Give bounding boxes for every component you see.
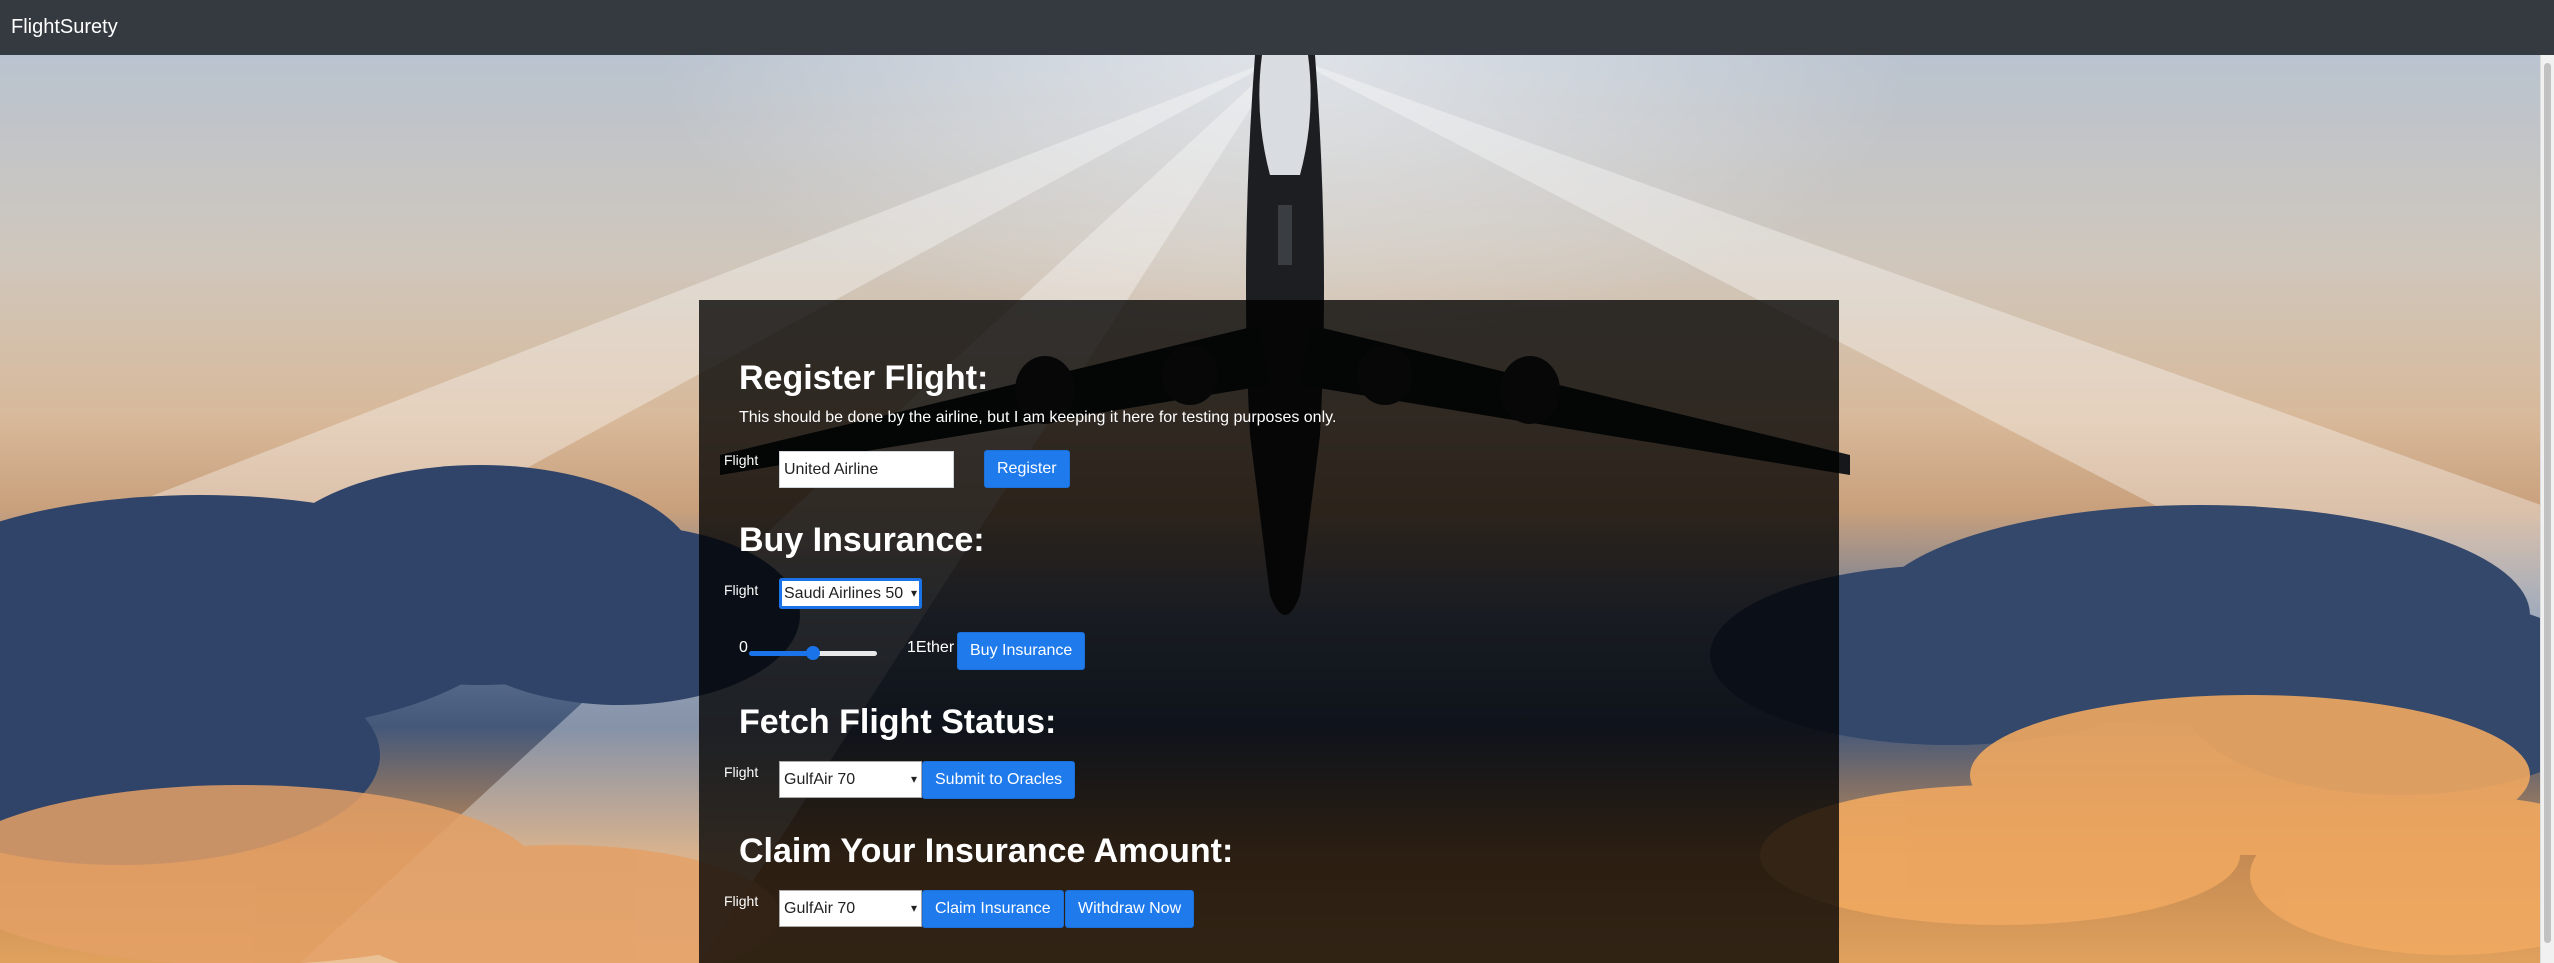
insurance-amount-slider[interactable]	[749, 645, 877, 661]
buy-insurance-flight-label: Flight	[724, 582, 759, 598]
withdraw-now-button[interactable]: Withdraw Now	[1065, 890, 1195, 928]
register-flight-label: Flight	[724, 452, 759, 468]
navbar: FlightSurety	[0, 0, 2554, 55]
register-button[interactable]: Register	[984, 450, 1070, 488]
claim-flight-label: Flight	[724, 893, 759, 909]
page-scrollbar[interactable]	[2540, 55, 2554, 963]
buy-insurance-flight-selected: Saudi Airlines 50	[784, 585, 904, 602]
fetch-status-heading: Fetch Flight Status:	[739, 703, 1057, 741]
register-flight-note: This should be done by the airline, but …	[739, 409, 1337, 426]
claim-insurance-heading: Claim Your Insurance Amount:	[739, 832, 1234, 870]
register-flight-heading: Register Flight:	[739, 359, 989, 397]
slider-thumb[interactable]	[806, 646, 820, 660]
claim-insurance-button[interactable]: Claim Insurance	[922, 890, 1064, 928]
brand-link[interactable]: FlightSurety	[11, 14, 118, 40]
claim-flight-select[interactable]: GulfAir 70 ▾	[779, 890, 922, 927]
claim-flight-selected: GulfAir 70	[784, 900, 856, 917]
register-flight-input[interactable]	[779, 451, 954, 488]
slider-track	[813, 651, 877, 656]
buy-insurance-button[interactable]: Buy Insurance	[957, 632, 1086, 670]
buy-insurance-heading: Buy Insurance:	[739, 521, 985, 559]
scrollbar-thumb[interactable]	[2544, 63, 2551, 943]
slider-min-label: 0	[739, 639, 748, 656]
chevron-down-icon: ▾	[910, 901, 917, 915]
slider-max-label: 1Ether	[907, 639, 955, 656]
slider-track-fill	[749, 651, 813, 656]
submit-to-oracles-button[interactable]: Submit to Oracles	[922, 761, 1076, 799]
chevron-down-icon: ▾	[910, 772, 917, 786]
fetch-status-flight-select[interactable]: GulfAir 70 ▾	[779, 761, 922, 798]
chevron-down-icon: ▾	[910, 586, 917, 600]
fetch-status-flight-label: Flight	[724, 764, 759, 780]
main-panel: Register Flight: This should be done by …	[699, 300, 1839, 963]
buy-insurance-flight-select[interactable]: Saudi Airlines 50 ▾	[779, 578, 922, 609]
fetch-status-flight-selected: GulfAir 70	[784, 771, 856, 788]
